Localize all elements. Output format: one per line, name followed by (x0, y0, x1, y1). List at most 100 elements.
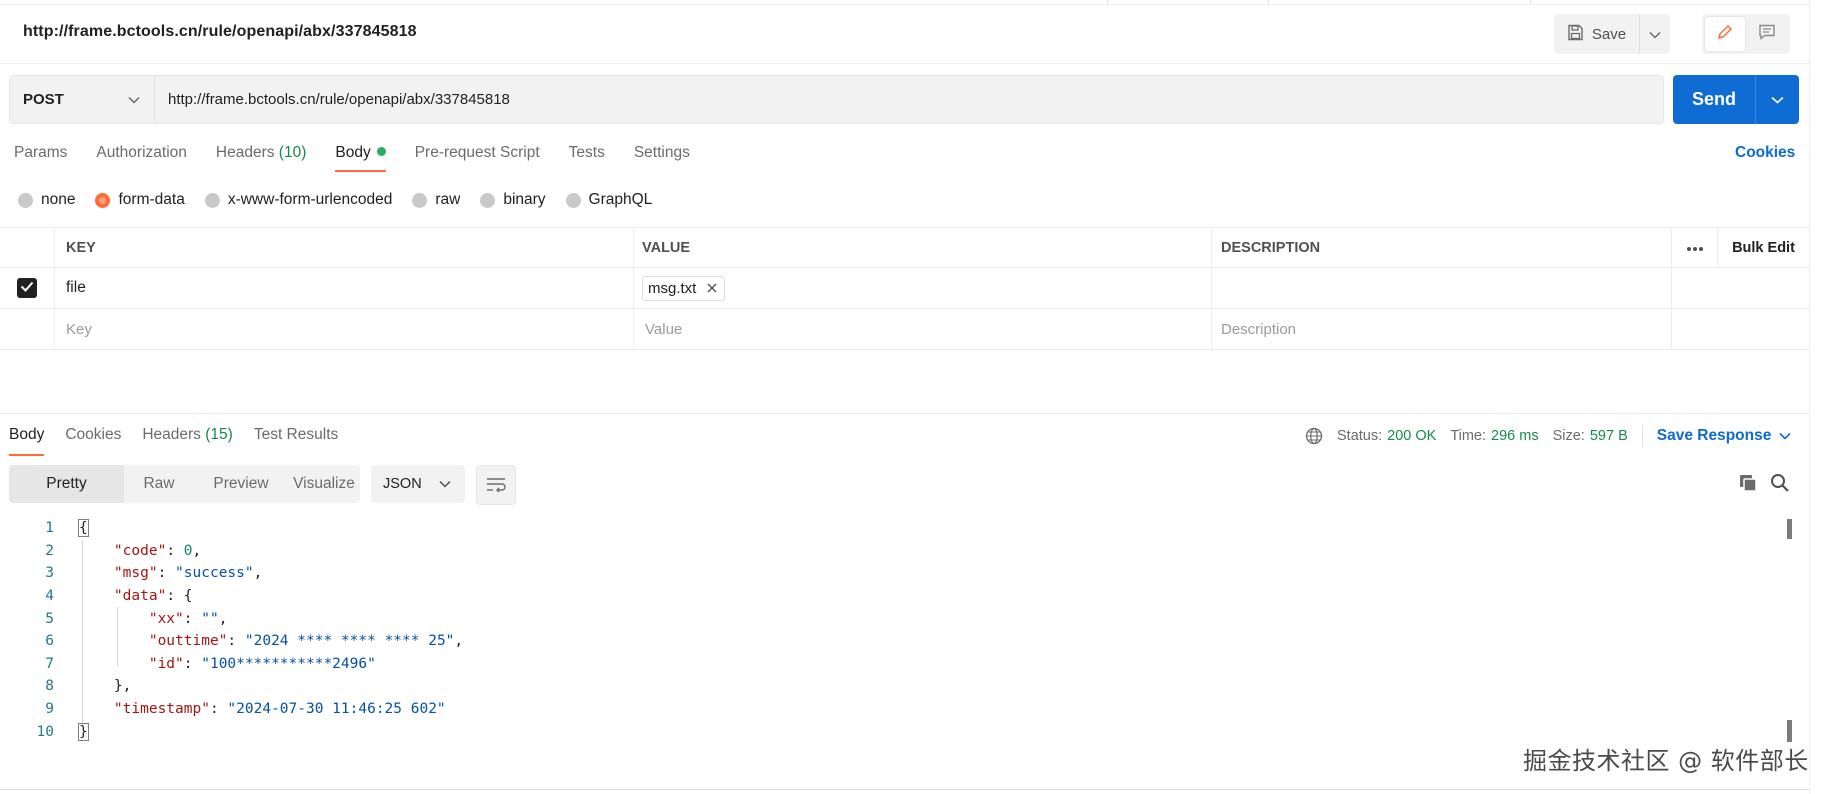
tab-divider (1107, 0, 1108, 4)
size-value[interactable]: 597 B (1590, 428, 1628, 444)
response-tab-cookies[interactable]: Cookies (65, 426, 121, 458)
row-description[interactable] (1212, 268, 1672, 308)
radio-none[interactable]: none (18, 191, 75, 209)
table-header-row: KEY VALUE DESCRIPTION Bulk Edit (0, 227, 1809, 268)
response-meta: Status: 200 OK Time: 296 ms Size: 597 B … (1305, 425, 1791, 447)
tab-headers-label: Headers (215, 144, 275, 161)
response-headers-label: Headers (142, 426, 201, 443)
response-tabs: Body Cookies Headers (15) Test Results (9, 426, 359, 458)
format-select[interactable]: JSON (371, 465, 465, 503)
radio-label: x-www-form-urlencoded (227, 191, 393, 208)
mode-toggle (1702, 14, 1790, 54)
save-options-button[interactable] (1640, 14, 1670, 54)
tab-params[interactable]: Params (14, 144, 67, 174)
radio-raw[interactable]: raw (412, 191, 460, 209)
line-number: 3 (45, 565, 54, 582)
body-indicator-dot (376, 147, 386, 156)
tab-pre-request-script[interactable]: Pre-request Script (415, 144, 540, 174)
json-value: "success" (175, 565, 254, 582)
header-spacer (0, 228, 55, 267)
code-line: 8 }, (0, 675, 131, 698)
code-line: 4 "data": { (0, 585, 192, 608)
chevron-down-icon (1771, 91, 1784, 108)
format-label: JSON (383, 476, 422, 492)
form-data-table: KEY VALUE DESCRIPTION Bulk Edit file msg… (0, 227, 1809, 350)
radio-graphql[interactable]: GraphQL (565, 191, 653, 209)
status-value[interactable]: 200 OK (1387, 428, 1436, 444)
method-select[interactable]: POST (10, 76, 155, 123)
table-row-new: Key Value Description (0, 309, 1809, 350)
save-button[interactable]: Save (1554, 14, 1640, 54)
line-number: 10 (36, 723, 54, 740)
scrollbar-marker[interactable] (1787, 720, 1792, 742)
view-pretty[interactable]: Pretty (9, 465, 124, 503)
bulk-edit-button[interactable]: Bulk Edit (1718, 228, 1809, 267)
headers-count: (10) (278, 144, 307, 161)
tab-tests[interactable]: Tests (569, 144, 605, 174)
copy-icon[interactable] (1738, 473, 1758, 497)
radio-circle (412, 192, 428, 208)
new-value-input[interactable]: Value (634, 309, 1212, 349)
json-key: "outtime" (148, 633, 228, 650)
view-preview[interactable]: Preview (194, 465, 288, 503)
response-tab-headers[interactable]: Headers (15) (142, 426, 232, 458)
row-spacer (1718, 309, 1809, 349)
radio-form-data[interactable]: form-data (95, 191, 185, 209)
code-line: 7 "id": "100***********2496" (0, 653, 376, 676)
tab-settings[interactable]: Settings (634, 144, 690, 174)
response-tab-test-results[interactable]: Test Results (254, 426, 338, 458)
json-key: "msg" (113, 565, 158, 582)
wrap-lines-button[interactable] (476, 465, 516, 505)
new-key-input[interactable]: Key (55, 309, 634, 349)
cookies-link[interactable]: Cookies (1735, 144, 1795, 162)
tab-headers[interactable]: Headers (10) (216, 144, 306, 174)
save-response-button[interactable]: Save Response (1641, 425, 1792, 447)
pencil-icon (1716, 23, 1734, 45)
line-number: 2 (45, 542, 54, 559)
comment-icon (1758, 23, 1776, 45)
radio-circle (480, 192, 496, 208)
scrollbar-marker[interactable] (1787, 519, 1792, 539)
code-line: 9 "timestamp": "2024-07-30 11:46:25 602" (0, 698, 445, 721)
remove-file-icon[interactable] (707, 280, 717, 297)
globe-icon[interactable] (1305, 427, 1323, 445)
radio-binary[interactable]: binary (480, 191, 546, 209)
search-icon[interactable] (1770, 473, 1790, 497)
edit-mode-button[interactable] (1705, 17, 1745, 51)
radio-label: GraphQL (588, 191, 653, 208)
json-key: "xx" (148, 610, 184, 627)
chevron-down-icon (1649, 26, 1661, 43)
send-button[interactable]: Send (1673, 75, 1756, 124)
json-value: "2024 **** **** **** 25" (244, 633, 455, 650)
response-tab-body[interactable]: Body (9, 426, 45, 458)
row-key[interactable]: file (55, 268, 634, 308)
body-type-radios: none form-data x-www-form-urlencoded raw… (18, 191, 672, 209)
view-visualize[interactable]: Visualize (288, 465, 360, 503)
json-value: "2024-07-30 11:46:25 602" (227, 701, 446, 718)
url-bar: POST http://frame.bctools.cn/rule/openap… (9, 75, 1664, 124)
row-spacer (1672, 309, 1718, 349)
request-title[interactable]: http://frame.bctools.cn/rule/openapi/abx… (23, 23, 417, 41)
radio-label: none (41, 191, 76, 208)
response-body-code[interactable]: 1 { 2 "code": 0, 3 "msg": "success", 4 "… (0, 517, 463, 743)
code-line: 5 "xx": "", (0, 607, 227, 630)
column-header-value: VALUE (634, 228, 1212, 267)
save-response-label: Save Response (1656, 427, 1772, 444)
radio-urlencoded[interactable]: x-www-form-urlencoded (204, 191, 393, 209)
send-options-button[interactable] (1756, 75, 1799, 124)
open-brace: { (78, 519, 89, 538)
time-value[interactable]: 296 ms (1491, 428, 1539, 444)
new-description-input[interactable]: Description (1212, 309, 1672, 349)
line-number: 7 (45, 655, 54, 672)
file-name: msg.txt (648, 279, 697, 297)
line-number: 9 (45, 701, 54, 718)
comments-mode-button[interactable] (1747, 17, 1787, 51)
url-input[interactable]: http://frame.bctools.cn/rule/openapi/abx… (155, 91, 510, 108)
line-number: 5 (45, 610, 54, 627)
tab-body[interactable]: Body (335, 144, 387, 174)
radio-circle (95, 192, 111, 208)
more-options-button[interactable] (1672, 228, 1718, 267)
view-raw[interactable]: Raw (124, 465, 194, 503)
row-checkbox[interactable] (17, 278, 37, 298)
tab-authorization[interactable]: Authorization (96, 144, 186, 174)
